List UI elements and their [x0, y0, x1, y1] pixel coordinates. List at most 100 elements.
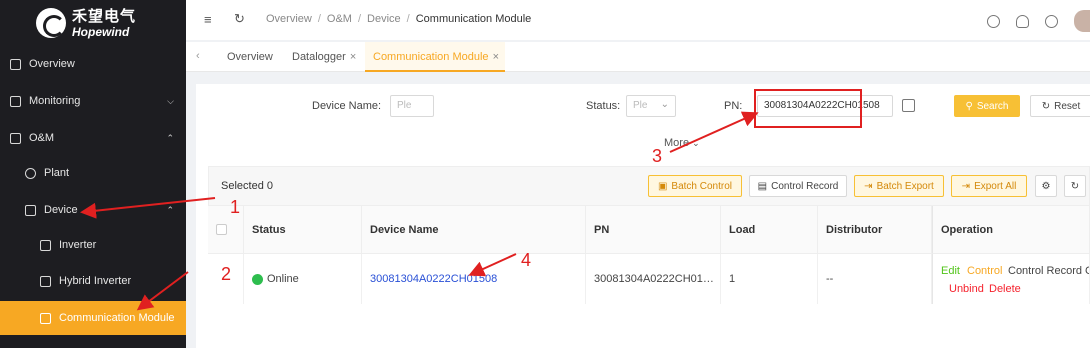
column-header-pn[interactable]: PN: [586, 206, 721, 254]
batch-control-button[interactable]: ▣ Batch Control: [648, 175, 742, 197]
close-icon[interactable]: ×: [493, 51, 499, 63]
tab-label: Datalogger: [292, 51, 346, 63]
export-icon: ⇥: [961, 180, 971, 192]
tab-datalogger[interactable]: Datalogger ×: [292, 42, 356, 72]
status-select[interactable]: Ple ⌄: [626, 95, 676, 117]
sidebar-item-label: Hybrid Inverter: [59, 275, 132, 287]
logo-icon: [36, 8, 66, 38]
sidebar-item-hybrid-inverter[interactable]: Hybrid Inverter: [0, 268, 186, 294]
help-icon[interactable]: [987, 14, 1000, 28]
operation-cell: Edit Control Control Record C Unbind Del…: [932, 254, 1090, 304]
select-all-checkbox[interactable]: [216, 224, 227, 235]
chevron-down-icon: ⌄: [692, 138, 700, 148]
brand-name-en: Hopewind: [72, 24, 130, 39]
breadcrumb-item[interactable]: O&M: [327, 13, 352, 25]
tab-communication-module[interactable]: Communication Module ×: [365, 42, 505, 72]
topbar: ≡ ↻ Overview / O&M / Device / Communication Mo…: [186, 0, 1090, 40]
refresh-icon[interactable]: ↻: [234, 11, 245, 27]
sun-icon: [25, 167, 36, 179]
refresh-icon: ↻: [1041, 100, 1051, 112]
copy-icon: [10, 58, 21, 70]
module-icon: [40, 312, 51, 324]
sidebar-item-label: Monitoring: [29, 95, 81, 107]
main-content: Device Name: Ple Status: Ple ⌄ PN: 30081…: [196, 84, 1090, 348]
breadcrumb-item[interactable]: Device: [367, 13, 401, 25]
edit-link[interactable]: Edit: [941, 265, 960, 277]
batch-export-button[interactable]: ⇥ Batch Export: [854, 175, 944, 197]
device-name-input[interactable]: Ple: [390, 95, 434, 117]
control-record-button[interactable]: ▤ Control Record: [749, 175, 847, 197]
status-cell: Online: [244, 254, 362, 304]
reset-button-label: Reset: [1054, 100, 1081, 112]
sidebar-item-overview[interactable]: Overview: [0, 51, 186, 77]
cloud-icon[interactable]: [1016, 14, 1029, 28]
sidebar-item-communication-module[interactable]: Communication Module: [0, 301, 186, 335]
status-text: Online: [267, 273, 299, 285]
status-label: Status:: [586, 100, 621, 112]
sidebar-item-label: Communication Module: [59, 312, 175, 324]
avatar[interactable]: [1074, 10, 1090, 32]
sidebar-item-label: Inverter: [59, 239, 97, 251]
column-header-distributor[interactable]: Distributor: [818, 206, 932, 254]
annotation-number-1: 1: [230, 197, 241, 217]
close-icon[interactable]: ×: [350, 51, 356, 63]
sidebar-item-plant[interactable]: Plant: [0, 160, 186, 186]
tab-label: Overview: [227, 51, 273, 63]
breadcrumb: Overview / O&M / Device / Communication Module: [266, 13, 532, 25]
breadcrumb-item[interactable]: Overview: [266, 13, 312, 25]
column-header-operation: Operation: [932, 206, 1090, 254]
more-filters-toggle[interactable]: More ⌄: [664, 137, 700, 149]
device-name-cell: 30081304A0222CH01508: [362, 254, 586, 304]
device-name-link[interactable]: 30081304A0222CH01508: [370, 273, 497, 285]
globe-icon[interactable]: [1045, 14, 1058, 28]
reset-button[interactable]: ↻ Reset: [1030, 95, 1090, 117]
building-icon: [10, 132, 21, 144]
chevron-down-icon: ⌵: [167, 95, 174, 106]
search-icon: ⚲: [965, 100, 973, 112]
sidebar-item-monitoring[interactable]: Monitoring ⌵: [0, 88, 186, 114]
sidebar: 禾望电气 Hopewind Overview Monitoring ⌵ O&M …: [0, 0, 186, 348]
control-record-link[interactable]: Control Record: [1008, 265, 1082, 277]
column-header-status[interactable]: Status: [244, 206, 362, 254]
chevron-up-icon: ⌃: [166, 204, 174, 215]
control-icon: ▣: [657, 180, 668, 192]
more-label: More: [664, 137, 690, 149]
pn-input[interactable]: 30081304A0222CH01508: [757, 95, 893, 117]
brand-logo: 禾望电气 Hopewind: [0, 0, 186, 46]
distributor-cell: --: [818, 254, 932, 304]
inverter-icon: [40, 239, 51, 251]
delete-link[interactable]: Delete: [989, 283, 1021, 295]
unbind-link[interactable]: Unbind: [949, 283, 984, 295]
sidebar-item-om[interactable]: O&M ⌃: [0, 125, 186, 151]
gear-icon: ⚙: [1041, 180, 1051, 192]
control-link[interactable]: Control: [967, 265, 1002, 277]
table-toolbar: Selected 0 ▣ Batch Control ▤ Control Rec…: [208, 166, 1090, 206]
column-header-load[interactable]: Load: [721, 206, 818, 254]
menu-fold-icon[interactable]: ≡: [204, 12, 212, 27]
annotation-number-2: 2: [221, 264, 232, 284]
record-icon: ▤: [757, 180, 768, 192]
search-button[interactable]: ⚲ Search: [954, 95, 1020, 117]
brand-name-cn: 禾望电气: [72, 7, 137, 25]
export-all-button[interactable]: ⇥ Export All: [951, 175, 1027, 197]
sidebar-item-device[interactable]: Device ⌃: [0, 197, 186, 223]
more-ops-link[interactable]: C: [1085, 265, 1089, 277]
settings-button[interactable]: ⚙: [1035, 175, 1057, 197]
tab-overview[interactable]: Overview: [227, 42, 273, 72]
refresh-table-button[interactable]: ↻: [1064, 175, 1086, 197]
sidebar-item-inverter[interactable]: Inverter: [0, 232, 186, 258]
home-icon: [10, 95, 21, 107]
device-name-label: Device Name:: [312, 100, 382, 112]
batch-control-label: Batch Control: [671, 180, 733, 192]
tab-bar: ‹ Overview Datalogger × Communication Mod…: [186, 42, 1090, 72]
annotation-number-4: 4: [521, 250, 532, 270]
chevron-down-icon: ⌄: [660, 99, 669, 110]
online-status-dot: [252, 273, 263, 285]
sidebar-item-label: Overview: [29, 58, 75, 70]
export-icon: ⇥: [864, 180, 873, 192]
copy-add-icon[interactable]: [902, 99, 915, 112]
chevron-left-icon[interactable]: ‹: [196, 50, 200, 62]
pn-label: PN:: [724, 100, 743, 112]
column-header-device-name[interactable]: Device Name: [362, 206, 586, 254]
status-placeholder: Ple: [633, 100, 648, 111]
